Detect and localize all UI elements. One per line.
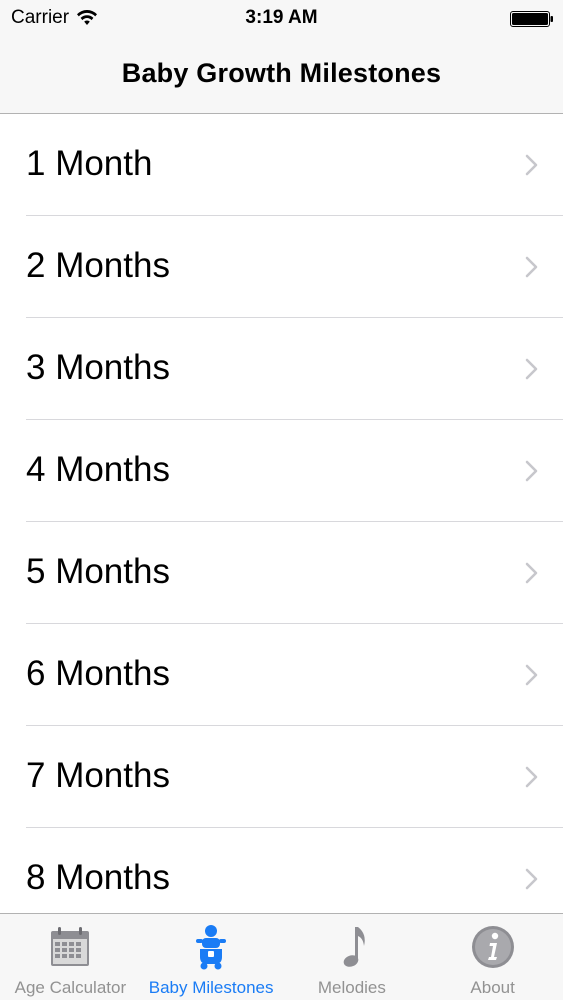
tab-bar: Age Calculator Baby Milestones Melodies	[0, 913, 563, 1000]
list-item-label: 6 Months	[26, 654, 170, 693]
status-time: 3:19 AM	[245, 7, 318, 28]
chevron-right-icon	[525, 868, 538, 890]
status-bar: Carrier 3:19 AM	[0, 0, 563, 38]
list-item-6-months[interactable]: 6 Months	[26, 624, 563, 726]
list-item-4-months[interactable]: 4 Months	[26, 420, 563, 522]
navigation-bar: Baby Growth Milestones	[0, 38, 563, 114]
page-title: Baby Growth Milestones	[121, 58, 442, 88]
list-item-label: 2 Months	[26, 246, 170, 285]
list-item-label: 3 Months	[26, 348, 170, 387]
battery-icon	[510, 11, 553, 27]
list-item-label: 5 Months	[26, 552, 170, 591]
tab-about[interactable]: About	[422, 914, 563, 1000]
tab-label: About	[470, 978, 515, 997]
list-item-7-months[interactable]: 7 Months	[26, 726, 563, 828]
list-item-label: 7 Months	[26, 756, 170, 795]
music-note-icon	[343, 927, 365, 967]
tab-label: Age Calculator	[14, 978, 127, 997]
list-item-label: 1 Month	[26, 144, 153, 183]
tab-label: Melodies	[317, 978, 386, 997]
chevron-right-icon	[525, 460, 538, 482]
list-item-2-months[interactable]: 2 Months	[26, 216, 563, 318]
chevron-right-icon	[525, 358, 538, 380]
tab-melodies[interactable]: Melodies	[282, 914, 423, 1000]
chevron-right-icon	[525, 562, 538, 584]
list-item-label: 8 Months	[26, 858, 170, 897]
chevron-right-icon	[525, 256, 538, 278]
list-item-8-months[interactable]: 8 Months	[26, 828, 563, 913]
tab-baby-milestones[interactable]: Baby Milestones	[141, 914, 282, 1000]
chevron-right-icon	[525, 766, 538, 788]
calendar-icon	[51, 927, 90, 966]
baby-icon	[196, 925, 227, 970]
list-item-5-months[interactable]: 5 Months	[26, 522, 563, 624]
tab-age-calculator[interactable]: Age Calculator	[0, 914, 141, 1000]
chevron-right-icon	[525, 664, 538, 686]
list-item-3-months[interactable]: 3 Months	[26, 318, 563, 420]
list-item-1-month[interactable]: 1 Month	[26, 114, 563, 216]
list-item-label: 4 Months	[26, 450, 170, 489]
milestones-list[interactable]: 1 Month 2 Months 3 Months 4 Months 5 Mon…	[0, 114, 563, 913]
chevron-right-icon	[525, 154, 538, 176]
tab-label: Baby Milestones	[148, 978, 274, 997]
info-icon	[471, 926, 514, 968]
app-screen: Carrier 3:19 AM Baby Growth Milestones 1…	[0, 0, 563, 1000]
